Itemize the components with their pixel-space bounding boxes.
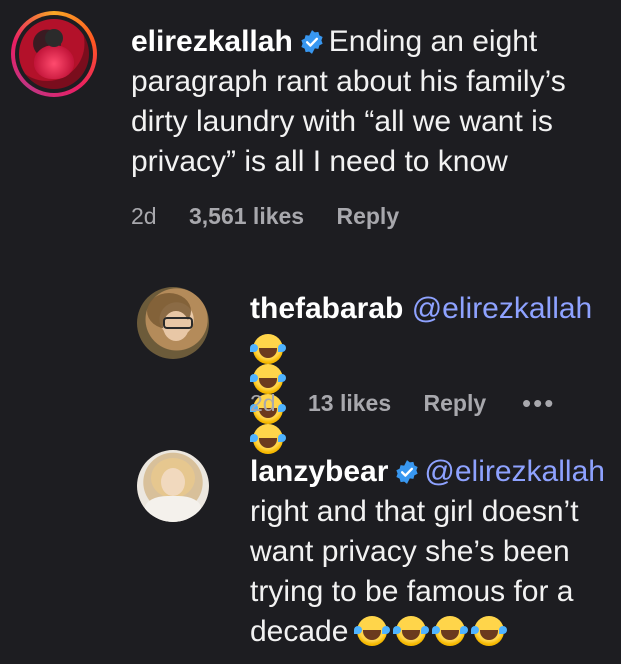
emoji-row [353,615,513,648]
comment-body: thefabarab @elirezkallah [250,289,610,329]
username[interactable]: elirezkallah [131,25,293,58]
heart-shape [34,45,74,79]
avatar-face [161,468,185,496]
likes-count[interactable]: 3,561 likes [189,203,304,229]
avatar[interactable] [137,450,209,522]
mention-link[interactable]: @elirezkallah [424,455,605,488]
avatar-image [19,19,89,89]
avatar[interactable] [11,11,97,97]
more-options-icon[interactable]: ••• [522,388,555,419]
laughing-emoji-icon [392,616,426,646]
comment-meta: 2d 13 likes Reply [250,390,512,417]
comment-body: lanzybear @elirezkallah right and that gi… [250,452,615,652]
verified-badge-icon [301,30,323,54]
mention-link[interactable]: @elirezkallah [412,292,593,325]
person-head [45,29,63,47]
laughing-emoji-icon [353,616,387,646]
comment-meta: 2d 3,561 likes Reply [131,203,425,230]
username[interactable]: thefabarab [250,292,403,325]
likes-count[interactable]: 13 likes [308,390,391,416]
timestamp: 2d [250,390,276,416]
glasses-shape [163,317,193,329]
laughing-emoji-icon [470,616,504,646]
comment-body: elirezkallah Ending an eight paragraph ra… [131,22,601,182]
username[interactable]: lanzybear [250,455,388,488]
laughing-emoji-icon [250,424,283,454]
reply-button[interactable]: Reply [424,390,487,416]
timestamp: 2d [131,203,157,229]
avatar-body [145,496,201,522]
avatar[interactable] [137,287,209,359]
story-ring-gap [15,15,93,93]
laughing-emoji-icon [250,334,283,364]
laughing-emoji-icon [431,616,465,646]
verified-badge-icon [396,460,419,484]
reply-button[interactable]: Reply [336,203,399,229]
